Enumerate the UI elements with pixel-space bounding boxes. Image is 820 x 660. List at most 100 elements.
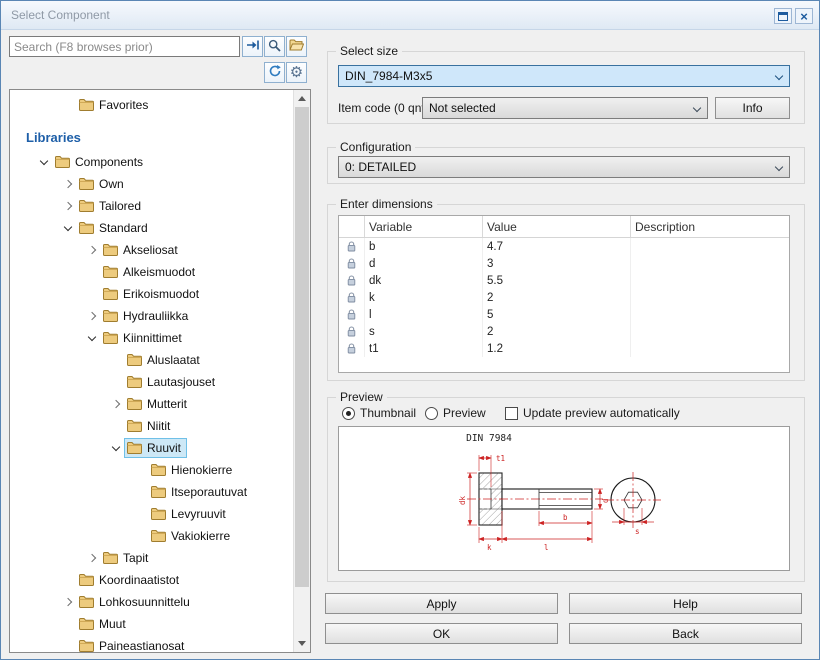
help-button[interactable]: Help [569,593,802,614]
dimensions-table-header: Variable Value Description [339,216,789,238]
configuration-combobox-value: 0: DETAILED [345,160,416,174]
tree-item-alkeismuodot[interactable]: Alkeismuodot [10,261,293,283]
thumbnail-radio[interactable] [342,407,355,420]
dimension-row-s[interactable]: s2 [339,323,789,340]
chevron-right-icon[interactable] [84,313,100,319]
tree-item-favorites[interactable]: Favorites [10,94,293,116]
dimension-row-b[interactable]: b4.7 [339,238,789,255]
tree-item-label: Standard [99,221,148,235]
folder-icon [79,99,94,111]
chevron-right-icon[interactable] [108,401,124,407]
dimension-variable: l [365,306,483,323]
chevron-right-icon[interactable] [60,181,76,187]
tree-item-muut[interactable]: Muut [10,613,293,635]
tree-item-erikoismuodot[interactable]: Erikoismuodot [10,283,293,305]
dimension-value[interactable]: 5 [483,306,631,323]
dimension-description [631,272,789,289]
dimension-variable: dk [365,272,483,289]
titlebar-buttons: × [774,8,813,24]
tree-item-niitit[interactable]: Niitit [10,415,293,437]
ok-button[interactable]: OK [325,623,558,644]
titlebar[interactable]: Select Component × [1,1,819,30]
folder-icon [103,266,118,278]
tree-item-aluslaatat[interactable]: Aluslaatat [10,349,293,371]
tree-item-label: Alkeismuodot [123,265,195,279]
column-value: Value [483,216,631,237]
tree-item-hydrauliikka[interactable]: Hydrauliikka [10,305,293,327]
tree-item-own[interactable]: Own [10,173,293,195]
size-combobox[interactable]: DIN_7984-M3x5 [338,65,790,87]
chevron-right-icon[interactable] [84,555,100,561]
tree-item-kiinnittimet[interactable]: Kiinnittimet [10,327,293,349]
tree-item-ruuvit[interactable]: Ruuvit [10,437,293,459]
dimension-row-dk[interactable]: dk5.5 [339,272,789,289]
dimension-value[interactable]: 5.5 [483,272,631,289]
preview-radio-label: Preview [443,406,486,420]
tree-item-label: Kiinnittimet [123,331,182,345]
info-button[interactable]: Info [715,97,790,119]
update-preview-checkbox[interactable] [505,407,518,420]
dimension-value[interactable]: 2 [483,289,631,306]
tree-item-paineastianosat[interactable]: Paineastianosat [10,635,293,652]
open-folder-icon [289,39,304,54]
tree-item-label: Akseliosat [123,243,178,257]
tree-item-lautasjouset[interactable]: Lautasjouset [10,371,293,393]
arrow-right-icon [246,39,260,54]
folder-icon [79,574,94,586]
tree-item-itseporautuvat[interactable]: Itseporautuvat [10,481,293,503]
back-button[interactable]: Back [569,623,802,644]
dimension-value[interactable]: 1.2 [483,340,631,357]
settings-button[interactable]: ⚙ [286,62,307,83]
dimension-row-d[interactable]: d3 [339,255,789,272]
restore-button[interactable] [774,8,792,24]
chevron-right-icon[interactable] [60,203,76,209]
preview-radio-group: Preview [425,406,486,420]
restore-icon [778,12,788,21]
tree-item-mutterit[interactable]: Mutterit [10,393,293,415]
search-input[interactable] [9,36,240,57]
apply-button[interactable]: Apply [325,593,558,614]
tree-item-akseliosat[interactable]: Akseliosat [10,239,293,261]
tree-item-levyruuvit[interactable]: Levyruuvit [10,503,293,525]
preview-radio[interactable] [425,407,438,420]
dimension-row-k[interactable]: k2 [339,289,789,306]
close-button[interactable]: × [795,8,813,24]
scrollbar-down-button[interactable] [294,635,310,652]
dimension-variable: d [365,255,483,272]
folder-icon [151,530,166,542]
tree-item-tapit[interactable]: Tapit [10,547,293,569]
chevron-down-icon[interactable] [60,224,76,232]
chevron-right-icon[interactable] [84,247,100,253]
chevron-right-icon[interactable] [60,599,76,605]
chevron-down-icon[interactable] [36,158,52,166]
item-code-label: Item code (0 qnt [338,101,425,115]
item-code-combobox[interactable]: Not selected [422,97,708,119]
scrollbar-up-button[interactable] [294,90,310,107]
tree-item-lohkosuunnittelu[interactable]: Lohkosuunnittelu [10,591,293,613]
tree-item-label: Lohkosuunnittelu [99,595,190,609]
tree-item-tailored[interactable]: Tailored [10,195,293,217]
tree-scrollbar[interactable] [293,90,310,652]
tree-item-standard[interactable]: Standard [10,217,293,239]
tree-item-vakiokierre[interactable]: Vakiokierre [10,525,293,547]
configuration-combobox[interactable]: 0: DETAILED [338,156,790,178]
dimension-value[interactable]: 2 [483,323,631,340]
window-title: Select Component [11,8,110,22]
tree-item-koordinaatistot[interactable]: Koordinaatistot [10,569,293,591]
dimension-value[interactable]: 3 [483,255,631,272]
tree-item-label: Vakiokierre [171,529,230,543]
chevron-down-icon[interactable] [84,334,100,342]
find-button[interactable] [264,36,285,57]
tree-item-components[interactable]: Components [10,151,293,173]
scrollbar-thumb[interactable] [295,107,309,587]
refresh-button[interactable] [264,62,285,83]
dimension-value[interactable]: 4.7 [483,238,631,255]
chevron-down-icon[interactable] [108,444,124,452]
tree-item-label: Hydrauliikka [123,309,188,323]
dimension-row-l[interactable]: l5 [339,306,789,323]
browse-folder-button[interactable] [286,36,307,57]
search-go-button[interactable] [242,36,263,57]
tree-item-hienokierre[interactable]: Hienokierre [10,459,293,481]
folder-icon [103,332,118,344]
dimension-row-t1[interactable]: t11.2 [339,340,789,357]
